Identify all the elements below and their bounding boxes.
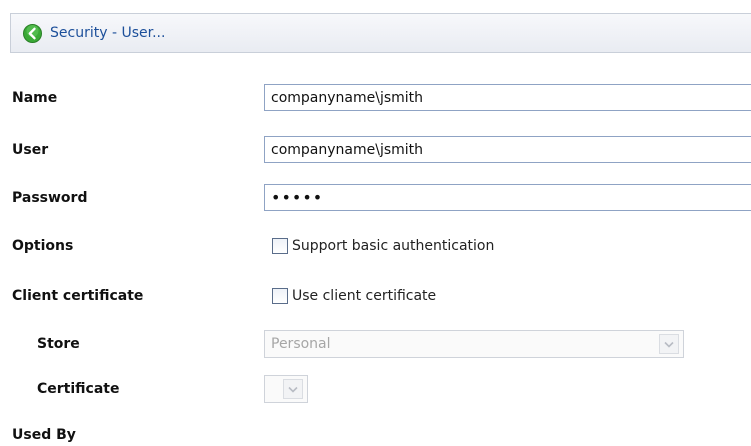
chevron-down-icon[interactable] (659, 334, 679, 354)
store-select[interactable]: Personal (264, 330, 684, 358)
name-label: Name (12, 90, 58, 106)
client-certificate-option[interactable]: Use client certificate (272, 288, 436, 304)
used-by-row: Used By (0, 418, 751, 446)
certificate-row: Certificate (0, 372, 751, 406)
page-header: Security - User... (10, 13, 751, 53)
used-by-label: Used By (12, 427, 76, 443)
page-title[interactable]: Security - User... (50, 25, 165, 41)
store-row: Store Personal (0, 327, 751, 361)
user-row: User (0, 133, 751, 167)
chevron-down-icon[interactable] (283, 379, 303, 399)
name-field[interactable] (264, 84, 751, 111)
client-certificate-row: Client certificate Use client certificat… (0, 279, 751, 313)
options-row: Options Support basic authentication (0, 229, 751, 263)
user-field[interactable] (264, 136, 751, 163)
basic-auth-checkbox[interactable] (272, 238, 288, 254)
certificate-label: Certificate (37, 381, 120, 397)
store-selected-value: Personal (271, 336, 331, 352)
certificate-select[interactable] (264, 375, 308, 403)
client-certificate-checkbox[interactable] (272, 288, 288, 304)
options-label: Options (12, 238, 74, 254)
client-certificate-label: Client certificate (12, 288, 144, 304)
name-row: Name (0, 81, 751, 115)
password-row: Password (0, 181, 751, 215)
store-label: Store (37, 336, 80, 352)
basic-auth-option[interactable]: Support basic authentication (272, 238, 494, 254)
client-certificate-checkbox-label[interactable]: Use client certificate (292, 288, 436, 304)
back-arrow-icon[interactable] (23, 23, 42, 43)
security-user-page: Security - User... Name User Password Op… (0, 0, 751, 446)
basic-auth-label[interactable]: Support basic authentication (292, 238, 494, 254)
password-field[interactable] (264, 184, 751, 211)
password-label: Password (12, 190, 88, 206)
user-label: User (12, 142, 49, 158)
